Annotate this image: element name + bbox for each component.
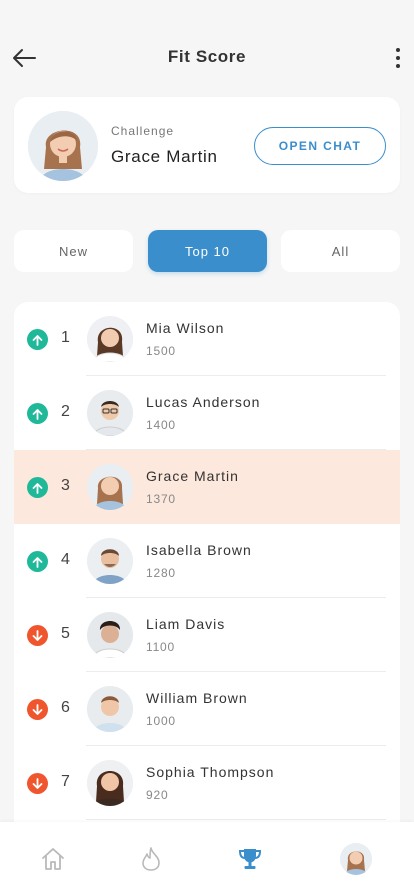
- nav-leaderboard[interactable]: [233, 842, 267, 876]
- avatar: [87, 612, 133, 658]
- tab-new[interactable]: New: [14, 230, 133, 272]
- player-name: Lucas Anderson: [146, 394, 261, 410]
- profile-avatar: [340, 843, 372, 875]
- more-dot-icon: [396, 64, 400, 68]
- player-name: Mia Wilson: [146, 320, 225, 336]
- rank-number: 7: [61, 773, 70, 790]
- more-dot-icon: [396, 48, 400, 52]
- player-score: 1000: [146, 714, 176, 728]
- tab-all[interactable]: All: [281, 230, 400, 272]
- trend-down-icon: [27, 699, 48, 720]
- player-name: Isabella Brown: [146, 542, 252, 558]
- leaderboard-row[interactable]: 4 Isabella Brown 1280: [14, 524, 400, 598]
- player-name: William Brown: [146, 690, 248, 706]
- more-options-button[interactable]: [388, 42, 408, 74]
- trend-down-icon: [27, 773, 48, 794]
- more-dot-icon: [396, 56, 400, 60]
- leaderboard-row[interactable]: 5 Liam Davis 1100: [14, 598, 400, 672]
- avatar: [87, 538, 133, 584]
- nav-profile[interactable]: [339, 842, 373, 876]
- rank-number: 3: [61, 477, 70, 494]
- trend-up-icon: [27, 403, 48, 424]
- challenger-name: Grace Martin: [111, 147, 218, 166]
- challenger-avatar: [28, 111, 98, 181]
- flame-icon: [142, 847, 160, 871]
- player-score: 1370: [146, 492, 176, 506]
- nav-home[interactable]: [36, 842, 70, 876]
- player-score: 920: [146, 788, 169, 802]
- trend-up-icon: [27, 477, 48, 498]
- player-score: 1280: [146, 566, 176, 580]
- leaderboard-row[interactable]: 2 Lucas Anderson 1400: [14, 376, 400, 450]
- challenge-card: Challenge Grace Martin OPEN CHAT: [14, 97, 400, 193]
- leaderboard-list: 1 Mia Wilson 1500 2 Lucas Anderson 1400 …: [14, 302, 400, 832]
- player-score: 1500: [146, 344, 176, 358]
- trend-up-icon: [27, 551, 48, 572]
- trophy-icon: [238, 849, 262, 869]
- player-score: 1400: [146, 418, 176, 432]
- open-chat-button[interactable]: OPEN CHAT: [254, 127, 386, 165]
- rank-number: 6: [61, 699, 70, 716]
- player-name: Grace Martin: [146, 468, 239, 484]
- avatar: [87, 760, 133, 806]
- nav-activity[interactable]: [134, 842, 168, 876]
- bottom-navigation: [0, 822, 414, 896]
- leaderboard-row[interactable]: 6 William Brown 1000: [14, 672, 400, 746]
- challenge-label: Challenge: [111, 124, 175, 138]
- player-name: Sophia Thompson: [146, 764, 275, 780]
- player-score: 1100: [146, 640, 176, 654]
- rank-number: 2: [61, 403, 70, 420]
- rank-number: 4: [61, 551, 70, 568]
- leaderboard-row[interactable]: 7 Sophia Thompson 920: [14, 746, 400, 820]
- rank-number: 5: [61, 625, 70, 642]
- page-title: Fit Score: [167, 47, 247, 66]
- avatar: [87, 316, 133, 362]
- home-icon: [42, 848, 64, 870]
- tab-top-10[interactable]: Top 10: [148, 230, 267, 272]
- trend-down-icon: [27, 625, 48, 646]
- filter-tabs: New Top 10 All: [14, 230, 400, 272]
- avatar: [87, 464, 133, 510]
- trend-up-icon: [27, 329, 48, 350]
- player-name: Liam Davis: [146, 616, 226, 632]
- avatar: [87, 390, 133, 436]
- app-header: Fit Score: [0, 0, 414, 100]
- avatar: [87, 686, 133, 732]
- rank-number: 1: [61, 329, 70, 346]
- row-divider: [86, 819, 386, 820]
- leaderboard-row-current-user[interactable]: 3 Grace Martin 1370: [14, 450, 400, 524]
- leaderboard-row[interactable]: 1 Mia Wilson 1500: [14, 302, 400, 376]
